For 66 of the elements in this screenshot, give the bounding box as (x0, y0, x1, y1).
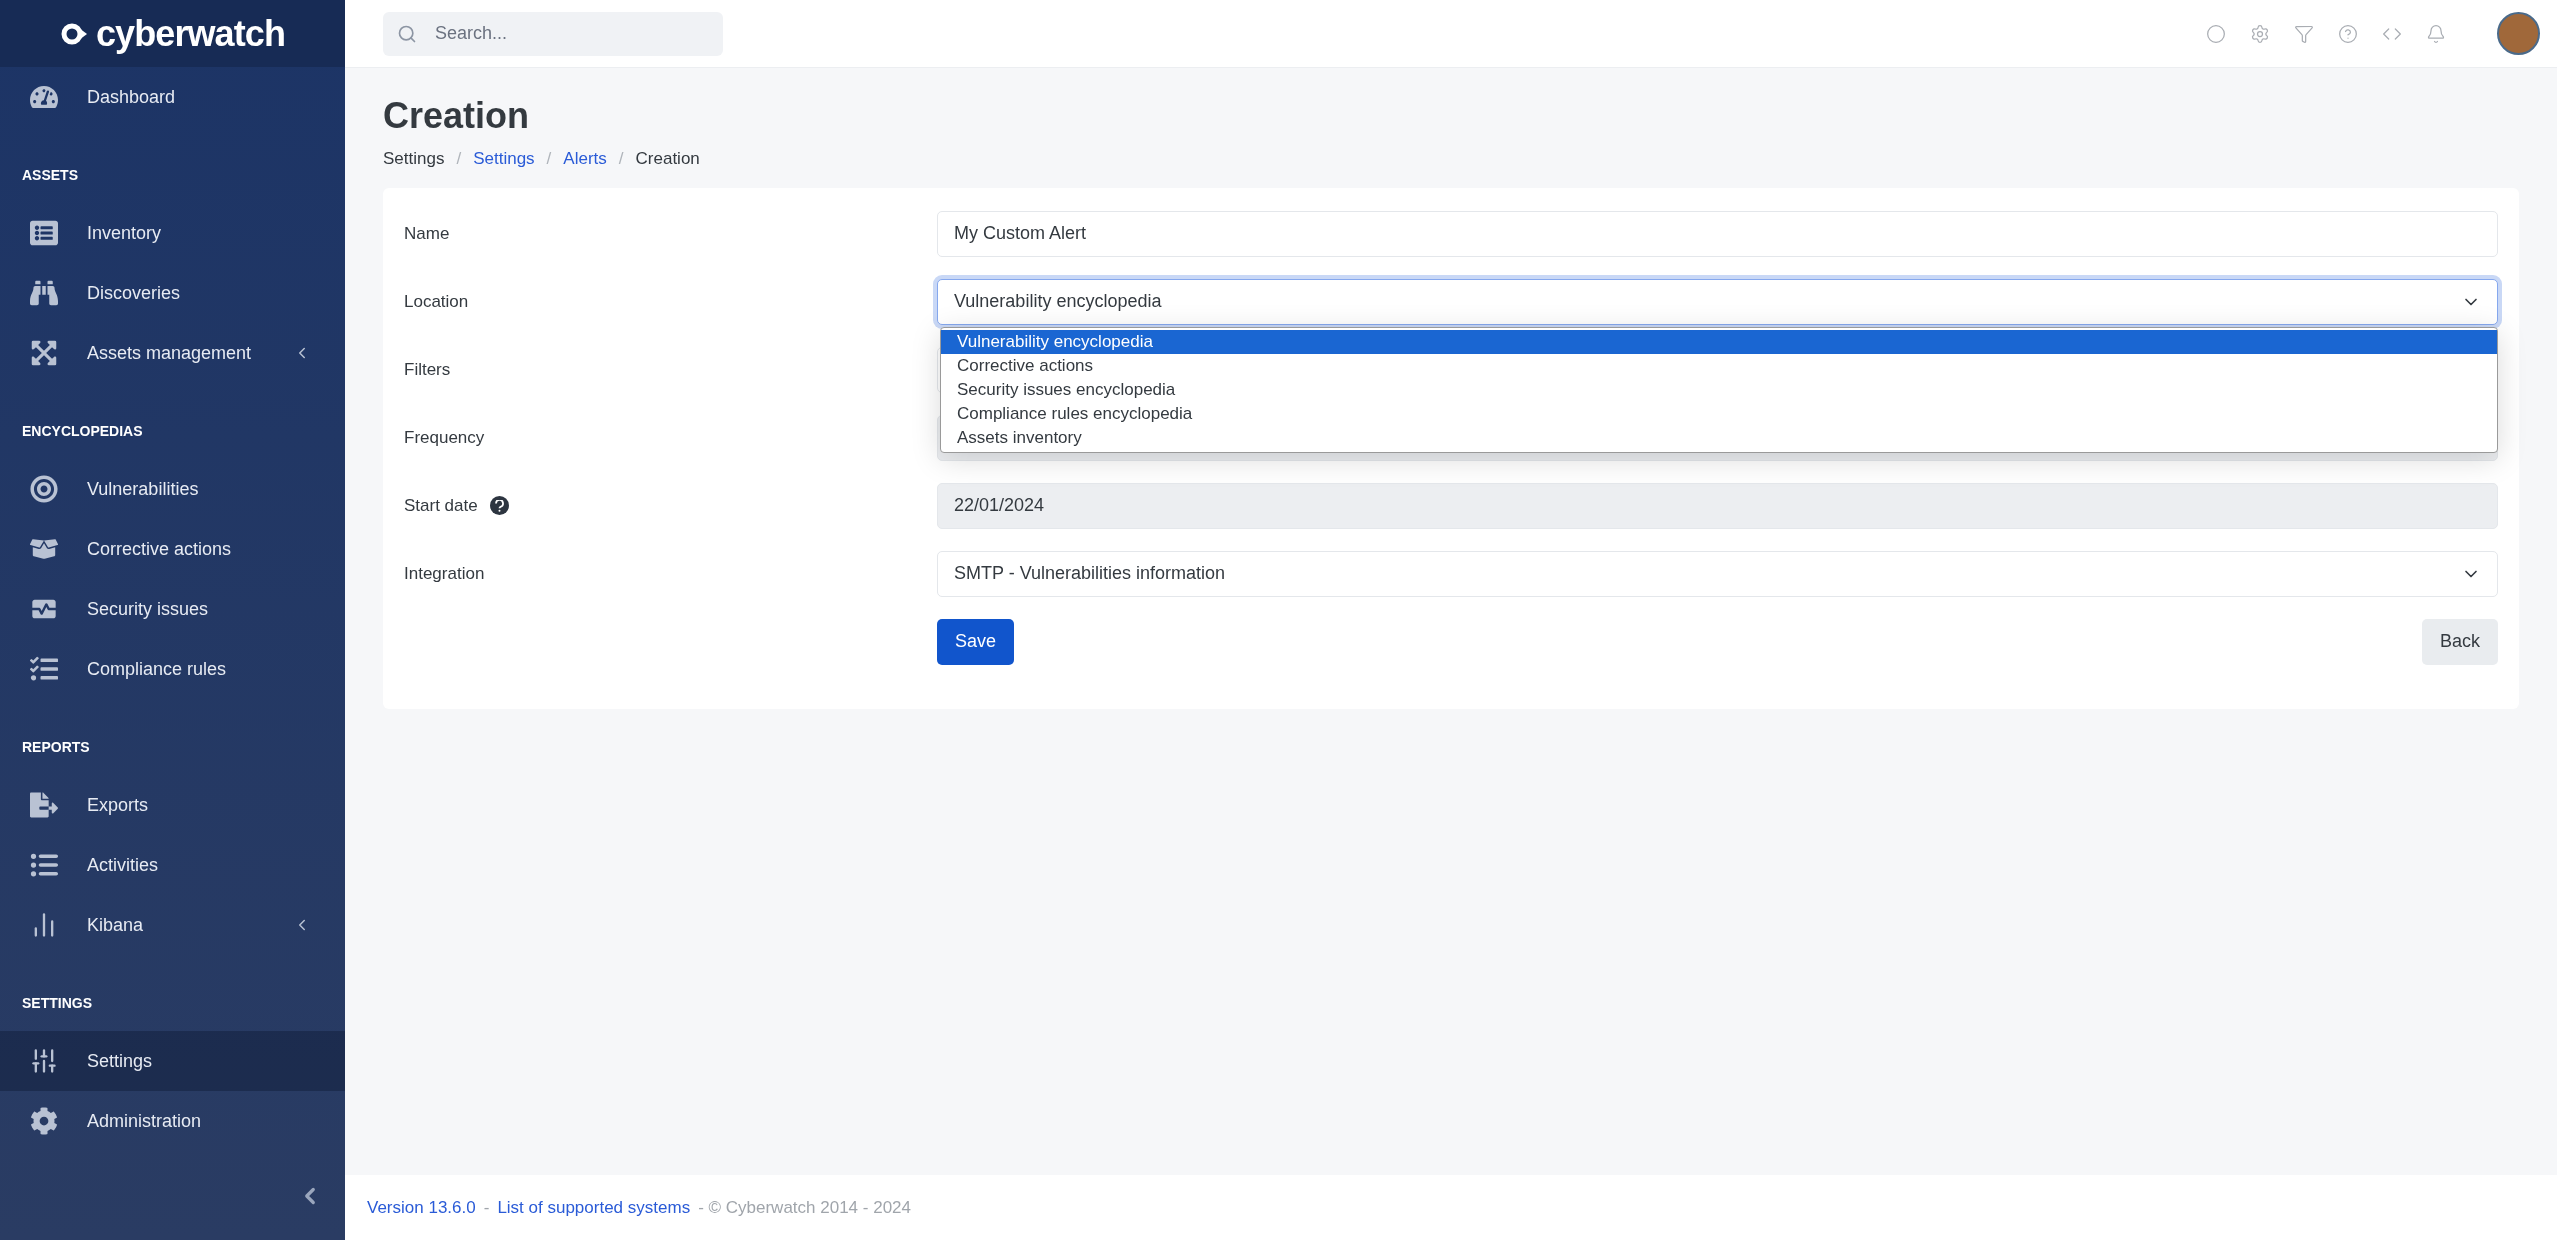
sidebar-item-label: Security issues (87, 597, 210, 621)
sidebar-item-label: Discoveries (87, 281, 182, 305)
gear-icon (28, 1105, 60, 1138)
logo-text: cyberwatch (95, 15, 286, 52)
input-field[interactable]: My Custom Alert (937, 210, 2498, 257)
supported-systems-link[interactable]: List of supported systems (497, 1194, 691, 1221)
sidebar-item-label: Vulnerabilities (87, 477, 200, 501)
sidebar-item-label: Compliance rules (87, 657, 228, 681)
back-button[interactable]: Back (2421, 618, 2498, 665)
search-field[interactable]: Search... (383, 11, 723, 56)
breadcrumb-link[interactable]: Alerts (563, 146, 607, 172)
sidebar-item[interactable]: Vulnerabilities (0, 459, 345, 520)
bell-icon[interactable] (2426, 23, 2446, 44)
sidebar-item[interactable]: Administration (0, 1091, 345, 1152)
sidebar-item-label: Activities (87, 853, 159, 877)
settings-icon[interactable] (2250, 23, 2270, 44)
sidebar-item-label: Exports (87, 793, 150, 817)
breadcrumb-separator: / (618, 148, 624, 170)
sidebar-item[interactable]: Exports (0, 775, 345, 836)
section-heading: SETTINGS (22, 995, 93, 1012)
field-label: Location (404, 290, 469, 313)
sidebar-item[interactable]: Corrective actions (0, 519, 345, 580)
footer-separator: - (483, 1196, 490, 1219)
sidebar-item[interactable]: Inventory (0, 203, 345, 264)
breadcrumb-separator: / (546, 148, 552, 170)
field-label: Integration (404, 562, 485, 585)
sidebar-item[interactable]: Compliance rules (0, 639, 345, 700)
dropdown-option[interactable]: Corrective actions (941, 353, 2497, 378)
dropdown-option[interactable]: Assets inventory (941, 425, 2497, 450)
breadcrumb-link[interactable]: Settings (473, 146, 535, 172)
sidebar-item[interactable]: Kibana (0, 895, 345, 956)
copyright-text: - © Cyberwatch 2014 - 2024 (698, 1196, 911, 1219)
page-title: Creation (383, 94, 531, 138)
sidebar-item-label: Inventory (87, 221, 163, 245)
field-label: Filters (404, 358, 451, 381)
sidebar-item[interactable]: Activities (0, 835, 345, 896)
sidebar-item-label: Dashboard (87, 85, 177, 109)
sidebar-item-label: Assets management (87, 341, 253, 365)
field-label: Name (404, 222, 450, 245)
section-heading: ENCYCLOPEDIAS (22, 423, 144, 440)
field-label: Start date (404, 494, 478, 517)
sidebar-item[interactable]: Assets management (0, 323, 345, 384)
sidebar-item-label: Settings (87, 1049, 154, 1073)
breadcrumb-item: Creation (635, 148, 700, 170)
sidebar-item-label: Corrective actions (87, 537, 233, 561)
section-heading: ASSETS (22, 167, 79, 184)
sidebar-item[interactable]: Security issues (0, 579, 345, 640)
dropdown-option[interactable]: Compliance rules encyclopedia (941, 401, 2497, 426)
funnel-icon[interactable] (2294, 23, 2314, 44)
sidebar-item[interactable]: Settings (0, 1031, 345, 1092)
dropdown-option[interactable]: Vulnerability encyclopedia (941, 329, 2497, 354)
select-field[interactable]: SMTP - Vulnerabilities information (937, 550, 2498, 597)
user-avatar[interactable] (2497, 12, 2540, 55)
sidebar-item-label: Administration (87, 1109, 203, 1133)
dropdown-option[interactable]: Security issues encyclopedia (941, 377, 2497, 402)
breadcrumb-separator: / (456, 148, 462, 170)
search-icon (397, 23, 417, 44)
save-button[interactable]: Save (937, 618, 1015, 665)
sidebar-item[interactable]: Discoveries (0, 263, 345, 324)
breadcrumb-item: Settings (383, 148, 445, 170)
circle-icon[interactable] (2206, 23, 2226, 44)
version-link[interactable]: Version 13.6.0 (367, 1194, 476, 1221)
section-heading: REPORTS (22, 739, 91, 756)
sidebar-item[interactable]: Dashboard (0, 67, 345, 128)
sidebar-item-label: Kibana (87, 913, 145, 937)
field-label: Frequency (404, 426, 485, 449)
